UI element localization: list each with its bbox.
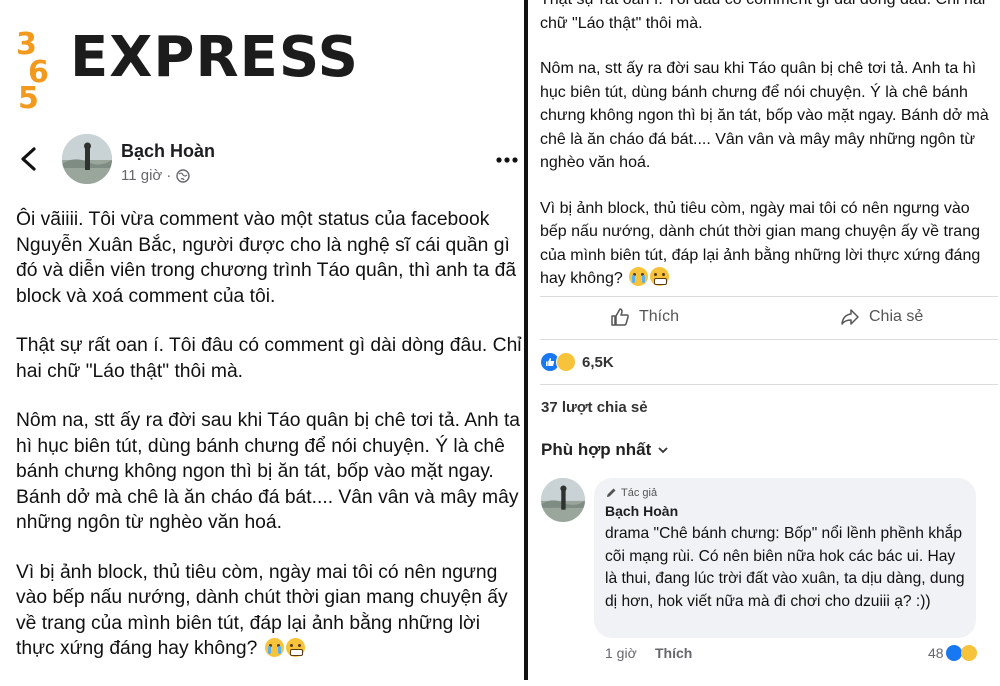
- crying-emoji-icon: [264, 638, 284, 657]
- comment-like-button[interactable]: Thích: [655, 645, 692, 661]
- haha-reaction-icon: [556, 352, 576, 372]
- post-paragraph: Ôi vãiiii. Tôi vừa comment vào một statu…: [16, 209, 517, 307]
- panel-divider: [524, 0, 528, 680]
- post-paragraph-text: Vì bị ảnh block, thủ tiêu còm, ngày mai …: [540, 199, 981, 288]
- action-bar-top-divider: [540, 296, 998, 297]
- post-body-right: Thật sự rất oan í. Tôi đâu có comment gì…: [540, 0, 990, 313]
- globe-icon: [176, 168, 191, 183]
- comment-timestamp: 1 giờ: [605, 645, 637, 661]
- thumbs-up-icon: [611, 308, 629, 326]
- timestamp-text: 11 giờ ·: [121, 167, 172, 184]
- pencil-icon: [607, 488, 616, 497]
- post-paragraph-last: Vì bị ảnh block, thủ tiêu còm, ngày mai …: [16, 560, 522, 662]
- post-paragraph: Thật sự rất oan í. Tôi đâu có comment gì…: [540, 0, 985, 32]
- post-paragraph: Nôm na, stt ấy ra đời sau khi Táo quân b…: [540, 60, 989, 171]
- reaction-summary[interactable]: 6,5K: [541, 352, 614, 372]
- reaction-count: 6,5K: [582, 353, 614, 371]
- logo-365-mark: 3 6 5: [16, 27, 49, 110]
- post-paragraph-text: Vì bị ảnh block, thủ tiêu còm, ngày mai …: [16, 561, 508, 660]
- reaction-divider: [540, 384, 998, 385]
- commenter-avatar[interactable]: [541, 478, 585, 522]
- share-count[interactable]: 37 lượt chia sẻ: [541, 399, 648, 416]
- post-paragraph-last: Vì bị ảnh block, thủ tiêu còm, ngày mai …: [540, 197, 990, 291]
- grimace-emoji-icon: [650, 267, 670, 286]
- comment-bubble: Tác giả Bạch Hoàn drama "Chê bánh chưng:…: [594, 478, 976, 638]
- author-badge-label: Tác giả: [621, 487, 658, 499]
- svg-text:5: 5: [18, 81, 39, 110]
- like-label: Thích: [639, 308, 680, 325]
- more-options-icon[interactable]: [495, 156, 519, 164]
- like-button[interactable]: Thích: [610, 307, 679, 327]
- like-reaction-icon: [945, 645, 962, 661]
- grimace-emoji-icon: [285, 638, 305, 657]
- post-paragraph: Thật sự rất oan í. Tôi đâu có comment gì…: [16, 335, 522, 382]
- author-badge: Tác giả: [605, 487, 657, 499]
- post-author-name[interactable]: Bạch Hoàn: [121, 141, 215, 162]
- comment-sort-dropdown[interactable]: Phù hợp nhất: [541, 440, 669, 460]
- comment-reaction-summary[interactable]: 48: [928, 645, 977, 661]
- express-logo: 3 6 5 EXPRESS: [14, 20, 358, 110]
- post-paragraph: Nôm na, stt ấy ra đời sau khi Táo quân b…: [16, 410, 521, 533]
- comment-text: drama "Chê bánh chưng: Bốp" nổi lềnh phề…: [605, 525, 965, 610]
- comment-reaction-count: 48: [928, 645, 944, 661]
- chevron-down-icon: [658, 447, 668, 454]
- comment-author-name[interactable]: Bạch Hoàn: [605, 503, 678, 519]
- haha-reaction-icon: [960, 645, 977, 661]
- logo-wordmark: EXPRESS: [70, 25, 359, 90]
- author-avatar[interactable]: [62, 134, 112, 184]
- share-button[interactable]: Chia sẻ: [840, 307, 923, 327]
- share-arrow-icon: [841, 309, 859, 325]
- post-timestamp: 11 giờ ·: [121, 167, 191, 184]
- action-bar-bottom-divider: [540, 339, 998, 340]
- post-body-left: Ôi vãiiii. Tôi vừa comment vào một statu…: [16, 207, 522, 686]
- share-label: Chia sẻ: [869, 308, 924, 325]
- sort-label: Phù hợp nhất: [541, 440, 652, 459]
- crying-emoji-icon: [629, 267, 649, 286]
- back-arrow-icon[interactable]: [18, 146, 40, 172]
